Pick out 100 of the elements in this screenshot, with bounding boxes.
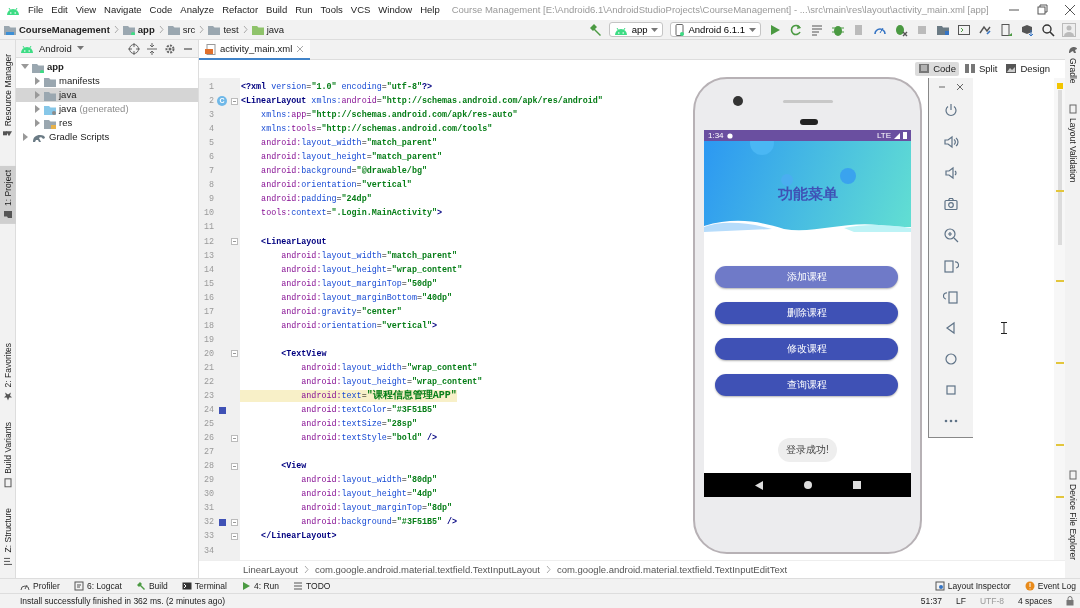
tool-window-tab[interactable]: Layout Validation <box>1065 99 1080 187</box>
overview-icon[interactable] <box>852 481 861 489</box>
menu-button[interactable]: 修改课程 <box>715 338 898 360</box>
menu-item[interactable]: VCS <box>350 4 371 16</box>
zoom-in-icon[interactable] <box>943 227 959 243</box>
tool-window-tab[interactable]: Build Variants <box>0 417 16 492</box>
breadcrumb-item[interactable]: app <box>122 23 155 36</box>
color-swatch[interactable] <box>218 406 226 414</box>
collapsed-arrow-icon[interactable] <box>33 119 41 127</box>
folder-icon <box>44 117 56 129</box>
tool-window-tab[interactable]: Z: Structure <box>0 503 16 570</box>
menu-item[interactable]: View <box>75 4 97 16</box>
color-swatch[interactable] <box>218 518 226 526</box>
rerun-icon[interactable] <box>789 22 803 37</box>
fold-icon[interactable] <box>230 533 238 540</box>
tree-item[interactable]: Gradle Scripts <box>16 130 198 144</box>
breadcrumb-item[interactable]: src <box>167 23 196 36</box>
expanded-arrow-icon[interactable] <box>21 63 29 71</box>
menu-item[interactable]: Analyze <box>180 4 215 16</box>
tool-window-tab[interactable]: 2: Favorites <box>0 339 16 406</box>
indent-setting[interactable]: 4 spaces <box>1017 595 1052 607</box>
tool-window-tab[interactable]: 1: Project <box>0 166 16 225</box>
tool-window-tab[interactable]: TODO <box>293 580 331 592</box>
home-icon[interactable] <box>803 481 812 489</box>
collapsed-arrow-icon[interactable] <box>33 91 41 99</box>
power-icon[interactable] <box>943 103 959 119</box>
breadcrumb-item[interactable]: CourseManagement <box>4 23 110 36</box>
locate-icon[interactable] <box>128 42 140 55</box>
rotate-right-icon[interactable] <box>943 258 959 274</box>
menu-item[interactable]: Navigate <box>104 4 142 16</box>
line-separator[interactable]: LF <box>955 595 966 607</box>
back-icon[interactable] <box>754 480 763 490</box>
tree-item[interactable]: java (generated) <box>16 102 198 116</box>
lock-icon[interactable] <box>1066 596 1074 606</box>
tree-item[interactable]: manifests <box>16 74 198 88</box>
breadcrumb-item[interactable]: java <box>251 23 285 36</box>
tool-window-tab[interactable]: Layout Inspector <box>934 580 1011 592</box>
menu-item[interactable]: Tools <box>320 4 343 16</box>
tool-window-tab[interactable]: Gradle <box>1065 40 1080 88</box>
fold-icon[interactable] <box>230 350 238 358</box>
tool-window-tab[interactable]: Profiler <box>20 580 60 592</box>
battery-icon <box>903 132 907 139</box>
volume-down-icon[interactable] <box>943 165 959 181</box>
tree-item[interactable]: java <box>16 88 198 102</box>
menu-item[interactable]: Code <box>149 4 173 16</box>
menu-item[interactable]: Run <box>295 4 313 16</box>
settings-icon[interactable] <box>164 42 176 55</box>
tool-window-tab[interactable]: Event Log <box>1024 580 1076 592</box>
bug-stop-icon[interactable] <box>894 22 908 37</box>
breadcrumb-item[interactable]: test <box>208 23 239 36</box>
collapsed-arrow-icon[interactable] <box>33 105 41 113</box>
breadcrumb-item[interactable]: com.google.android.material.textfield.TextInputEditText <box>556 563 788 576</box>
tool-window-tab[interactable]: Build <box>135 580 168 592</box>
terminal-window-icon[interactable] <box>957 22 971 37</box>
menu-button[interactable]: 添加课程 <box>715 266 898 288</box>
device-manager-icon[interactable] <box>999 22 1013 37</box>
tool-window-tab[interactable]: Resource Manager <box>0 50 16 145</box>
fold-icon[interactable] <box>230 97 238 105</box>
fold-icon[interactable] <box>230 462 238 470</box>
caret-position[interactable]: 51:37 <box>920 595 942 607</box>
run-config-dropdown[interactable]: app <box>608 22 664 37</box>
view-mode-button[interactable]: Design <box>1002 62 1053 76</box>
tree-item[interactable]: res <box>16 116 198 130</box>
device-dropdown[interactable]: Android 6.1.1 <box>670 22 761 37</box>
collapse-icon[interactable] <box>146 42 158 55</box>
collapsed-arrow-icon[interactable] <box>21 133 29 141</box>
tool-window-icon <box>3 210 13 221</box>
menu-item[interactable]: Help <box>420 4 440 16</box>
breadcrumb-item[interactable]: com.google.android.material.textfield.TextInputLayout <box>314 563 540 576</box>
tool-window-tab[interactable]: 4: Run <box>240 580 279 592</box>
breadcrumb-item[interactable]: LinearLayout <box>243 563 298 576</box>
tool-window-tab[interactable]: 6: Logcat <box>73 580 122 592</box>
menu-button[interactable]: 查询课程 <box>715 374 898 396</box>
fold-icon[interactable] <box>230 434 238 442</box>
menu-button[interactable]: 删除课程 <box>715 302 898 324</box>
view-mode-button[interactable]: Split <box>960 62 1001 76</box>
tree-item[interactable]: app <box>16 60 198 74</box>
lines-icon[interactable] <box>810 22 824 37</box>
menu-item[interactable]: Window <box>378 4 413 16</box>
camera-icon[interactable] <box>943 196 959 212</box>
tool-window-tab[interactable]: Device File Explorer <box>1065 465 1080 564</box>
code-line: xmlns:tools="http://schemas.android.com/tools" <box>260 124 493 135</box>
search-icon[interactable] <box>1041 22 1055 37</box>
editor-tab[interactable]: activity_main.xml <box>199 40 311 60</box>
fold-icon[interactable] <box>230 518 238 526</box>
tool-window-tab[interactable]: Terminal <box>181 580 227 592</box>
sdk-download-icon[interactable] <box>1020 22 1034 37</box>
menu-item[interactable]: Build <box>266 4 288 16</box>
collapsed-arrow-icon[interactable] <box>33 77 41 85</box>
menu-item[interactable]: File <box>28 4 44 16</box>
minimize-icon[interactable] <box>938 83 946 91</box>
volume-up-icon[interactable] <box>943 134 959 150</box>
run-icon[interactable] <box>768 22 782 37</box>
rotate-left-icon[interactable] <box>943 289 959 305</box>
fold-icon[interactable] <box>230 238 238 246</box>
view-mode-button[interactable]: Code <box>915 62 959 76</box>
menu-item[interactable]: Refactor <box>222 4 259 16</box>
menu-item[interactable]: Edit <box>51 4 68 16</box>
code-line: </LinearLayout> <box>260 531 337 542</box>
close-icon[interactable] <box>956 83 964 91</box>
